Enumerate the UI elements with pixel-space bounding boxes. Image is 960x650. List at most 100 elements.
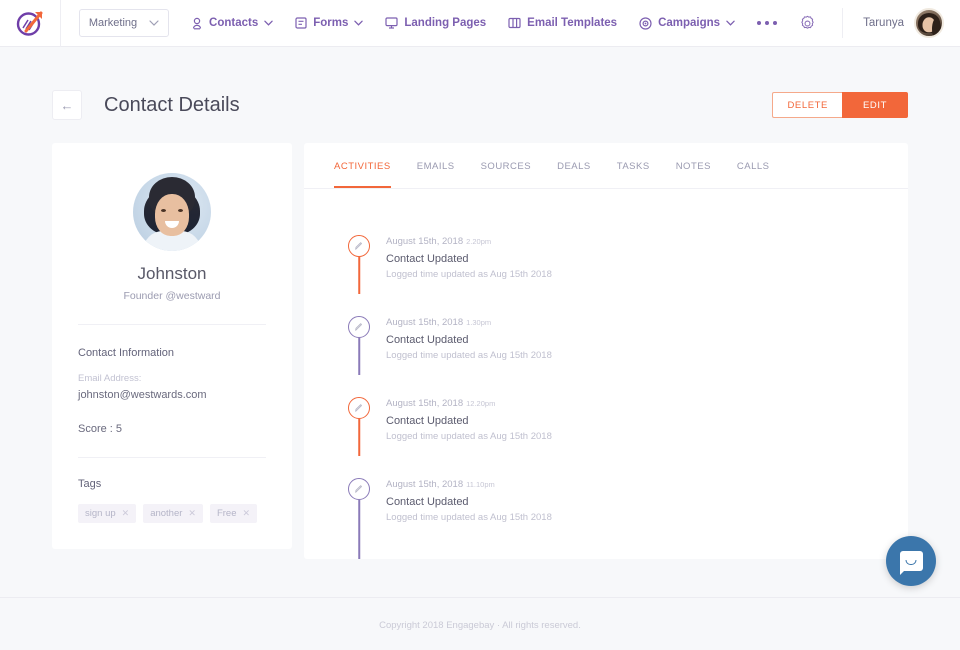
timeline-item[interactable]: August 15th, 2018 12.20pm Contact Updated… <box>346 397 908 478</box>
timeline-subtitle: Logged time updated as Aug 15th 2018 <box>386 350 552 361</box>
divider <box>78 457 266 458</box>
content-area: Johnston Founder @westward Contact Infor… <box>52 143 908 559</box>
close-icon[interactable]: ✕ <box>188 508 196 519</box>
contact-photo <box>133 173 211 251</box>
timeline-item[interactable]: August 15th, 2018 2.20pm Contact Updated … <box>346 235 908 316</box>
nav-item-landing-pages-label: Landing Pages <box>404 17 487 29</box>
user-divider <box>842 8 844 38</box>
nav-item-landing-pages[interactable]: Landing Pages <box>385 17 486 29</box>
form-document-icon <box>295 17 307 29</box>
timeline-axis <box>346 478 372 559</box>
tag-label: another <box>150 508 183 519</box>
contact-summary-card: Johnston Founder @westward Contact Infor… <box>52 143 292 549</box>
monitor-screen-icon <box>385 17 398 29</box>
main-nav-items: Contacts Forms Landing Pages Email Templ… <box>191 16 799 30</box>
gear-icon[interactable] <box>799 15 816 32</box>
timeline-title: Contact Updated <box>386 496 469 508</box>
timeline-connector <box>358 500 360 559</box>
avatar[interactable] <box>914 8 944 38</box>
tag-label: sign up <box>85 508 116 519</box>
chevron-down-icon <box>149 17 159 29</box>
contact-role: Founder @westward <box>123 290 221 302</box>
logo-divider <box>60 0 61 47</box>
nav-item-forms-label: Forms <box>313 17 349 29</box>
email-address-label: Email Address: <box>78 373 142 384</box>
timeline-connector <box>358 338 360 375</box>
page-container: ← Contact Details DELETE EDIT Johnston F… <box>0 47 960 559</box>
timeline-body: August 15th, 2018 2.20pm Contact Updated … <box>372 235 552 280</box>
tag-chip[interactable]: sign up ✕ <box>78 504 137 523</box>
nav-item-forms[interactable]: Forms <box>295 17 364 29</box>
chat-bubble-icon[interactable] <box>886 536 936 586</box>
timeline-time-text: 2.20pm <box>466 237 492 246</box>
tab-sources[interactable]: SOURCES <box>481 143 531 188</box>
timeline-title: Contact Updated <box>386 334 469 346</box>
engagebay-logo-icon[interactable] <box>14 7 46 39</box>
chevron-down-icon <box>264 18 273 28</box>
arrow-left-icon: ← <box>60 97 74 113</box>
workspace-select[interactable]: Marketing <box>78 9 170 37</box>
tab-deals[interactable]: DEALS <box>557 143 591 188</box>
timeline-body: August 15th, 2018 11.10pm Contact Updated… <box>372 478 552 523</box>
tab-bar: ACTIVITIES EMAILS SOURCES DEALS TASKS NO… <box>304 143 908 189</box>
chevron-down-icon <box>726 18 735 28</box>
timeline-item[interactable]: August 15th, 2018 1.30pm Contact Updated … <box>346 316 908 397</box>
pencil-edit-icon <box>348 316 370 338</box>
timeline-item[interactable]: August 15th, 2018 11.10pm Contact Updated… <box>346 478 908 559</box>
timeline-title: Contact Updated <box>386 415 469 427</box>
nav-item-contacts[interactable]: Contacts <box>191 17 273 30</box>
contact-information-title: Contact Information <box>78 347 174 359</box>
timeline-axis <box>346 316 372 375</box>
timeline-date: August 15th, 2018 1.30pm <box>386 317 552 328</box>
timeline-axis <box>346 397 372 456</box>
workspace-select-value: Marketing <box>88 17 138 29</box>
template-columns-icon <box>508 17 521 29</box>
timeline-date-text: August 15th, 2018 <box>386 479 464 490</box>
tab-tasks[interactable]: TASKS <box>617 143 650 188</box>
tab-emails[interactable]: EMAILS <box>417 143 455 188</box>
tab-activities[interactable]: ACTIVITIES <box>334 143 391 188</box>
page-title: Contact Details <box>104 93 240 116</box>
tab-calls[interactable]: CALLS <box>737 143 770 188</box>
timeline-connector <box>358 419 360 456</box>
close-icon[interactable]: ✕ <box>243 508 251 519</box>
top-navigation-bar: Marketing Contacts Forms Landing Pages E… <box>0 0 960 47</box>
timeline-date-text: August 15th, 2018 <box>386 236 464 247</box>
score-value: Score : 5 <box>78 423 123 435</box>
nav-item-campaigns[interactable]: Campaigns <box>639 16 735 30</box>
user-name-label: Tarunya <box>863 17 904 29</box>
pencil-edit-icon <box>348 397 370 419</box>
nav-item-campaigns-label: Campaigns <box>658 17 721 29</box>
timeline-date-text: August 15th, 2018 <box>386 398 464 409</box>
timeline-time-text: 12.20pm <box>466 399 496 408</box>
tags-list: sign up ✕ another ✕ Free ✕ <box>78 504 266 523</box>
timeline-date: August 15th, 2018 2.20pm <box>386 236 552 247</box>
delete-button[interactable]: DELETE <box>772 92 842 118</box>
contact-name: Johnston <box>137 264 207 283</box>
pencil-edit-icon <box>348 235 370 257</box>
tag-chip[interactable]: another ✕ <box>143 504 203 523</box>
timeline-time-text: 11.10pm <box>466 480 495 489</box>
back-button[interactable]: ← <box>52 90 82 120</box>
top-nav-right-group: Tarunya <box>799 8 944 38</box>
ellipsis-more-icon[interactable] <box>757 21 778 25</box>
timeline-date-text: August 15th, 2018 <box>386 317 464 328</box>
timeline-subtitle: Logged time updated as Aug 15th 2018 <box>386 512 552 523</box>
contact-detail-panel: ACTIVITIES EMAILS SOURCES DEALS TASKS NO… <box>304 143 908 559</box>
timeline-axis <box>346 235 372 294</box>
campaign-target-icon <box>639 16 652 30</box>
tag-chip[interactable]: Free ✕ <box>209 504 258 523</box>
close-icon[interactable]: ✕ <box>122 508 130 519</box>
nav-item-email-templates-label: Email Templates <box>527 17 618 29</box>
footer-copyright: Copyright 2018 Engagebay · All rights re… <box>379 620 581 631</box>
timeline-subtitle: Logged time updated as Aug 15th 2018 <box>386 431 552 442</box>
nav-item-email-templates[interactable]: Email Templates <box>508 17 617 29</box>
edit-button[interactable]: EDIT <box>842 92 908 118</box>
contact-person-icon <box>191 17 203 30</box>
activity-timeline: August 15th, 2018 2.20pm Contact Updated … <box>304 189 908 559</box>
divider <box>78 324 266 325</box>
timeline-subtitle: Logged time updated as Aug 15th 2018 <box>386 269 552 280</box>
nav-item-contacts-label: Contacts <box>209 17 259 29</box>
tags-title: Tags <box>78 478 102 490</box>
tab-notes[interactable]: NOTES <box>676 143 711 188</box>
